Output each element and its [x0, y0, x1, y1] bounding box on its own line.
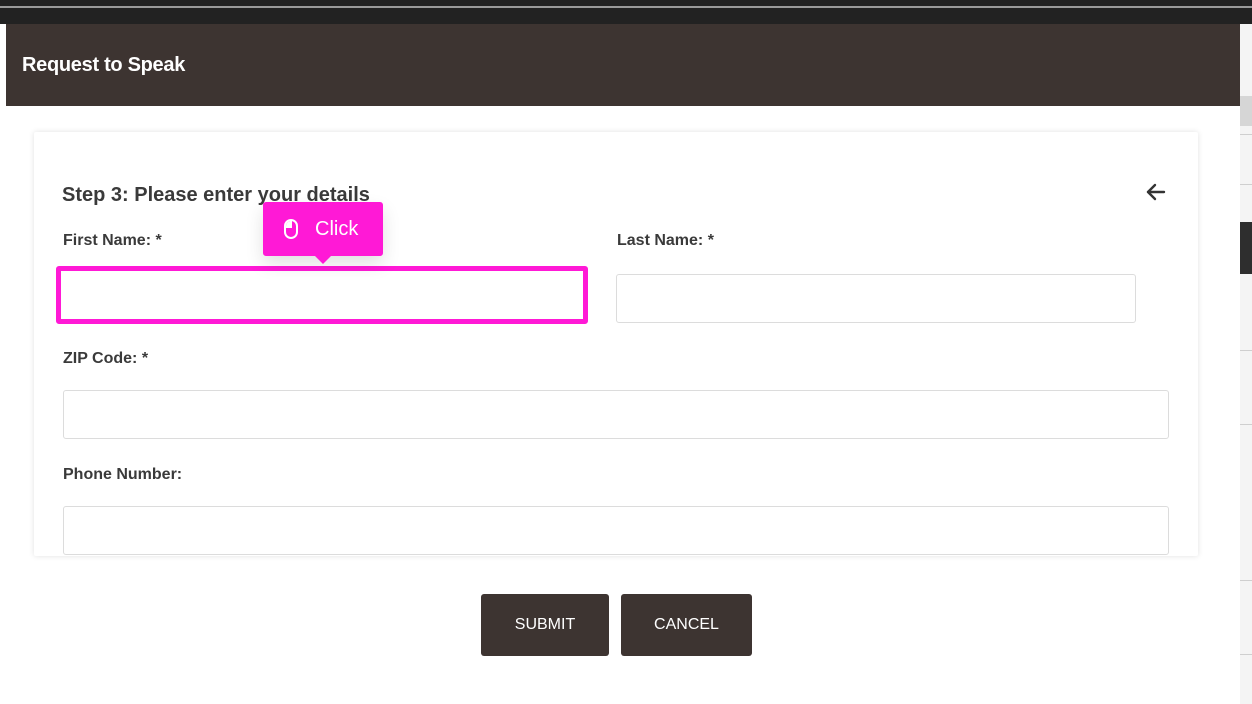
background-divider	[1240, 350, 1252, 351]
zip-code-label: ZIP Code: *	[63, 350, 149, 367]
zip-code-field[interactable]	[63, 390, 1169, 439]
tooltip-label: Click	[315, 218, 359, 240]
background-divider	[1240, 424, 1252, 425]
page-top-edge	[0, 6, 1252, 8]
phone-number-field[interactable]	[63, 506, 1169, 555]
phone-number-label: Phone Number:	[63, 466, 183, 483]
dialog-title: Request to Speak	[22, 54, 186, 76]
back-arrow-icon[interactable]	[1142, 178, 1170, 206]
request-to-speak-dialog: Request to Speak Step 3: Please enter yo…	[6, 24, 1240, 704]
background-row	[1240, 96, 1252, 126]
mouse-icon	[284, 219, 298, 239]
background-row-dark	[1240, 222, 1252, 274]
background-divider	[1240, 580, 1252, 581]
click-tooltip: Click	[263, 202, 383, 264]
last-name-label: Last Name: *	[617, 232, 714, 249]
background-divider	[1240, 134, 1252, 135]
dialog-header: Request to Speak	[6, 24, 1240, 106]
first-name-label: First Name: *	[63, 232, 162, 249]
first-name-field[interactable]	[61, 271, 583, 319]
background-divider	[1240, 654, 1252, 655]
cancel-button[interactable]: CANCEL	[621, 594, 752, 656]
details-form-card: Step 3: Please enter your details First …	[34, 132, 1198, 556]
background-divider	[1240, 184, 1252, 185]
last-name-field[interactable]	[616, 274, 1136, 323]
background-page-edge	[1240, 24, 1252, 704]
submit-button[interactable]: SUBMIT	[481, 594, 609, 656]
page-top-bar	[0, 0, 1252, 24]
